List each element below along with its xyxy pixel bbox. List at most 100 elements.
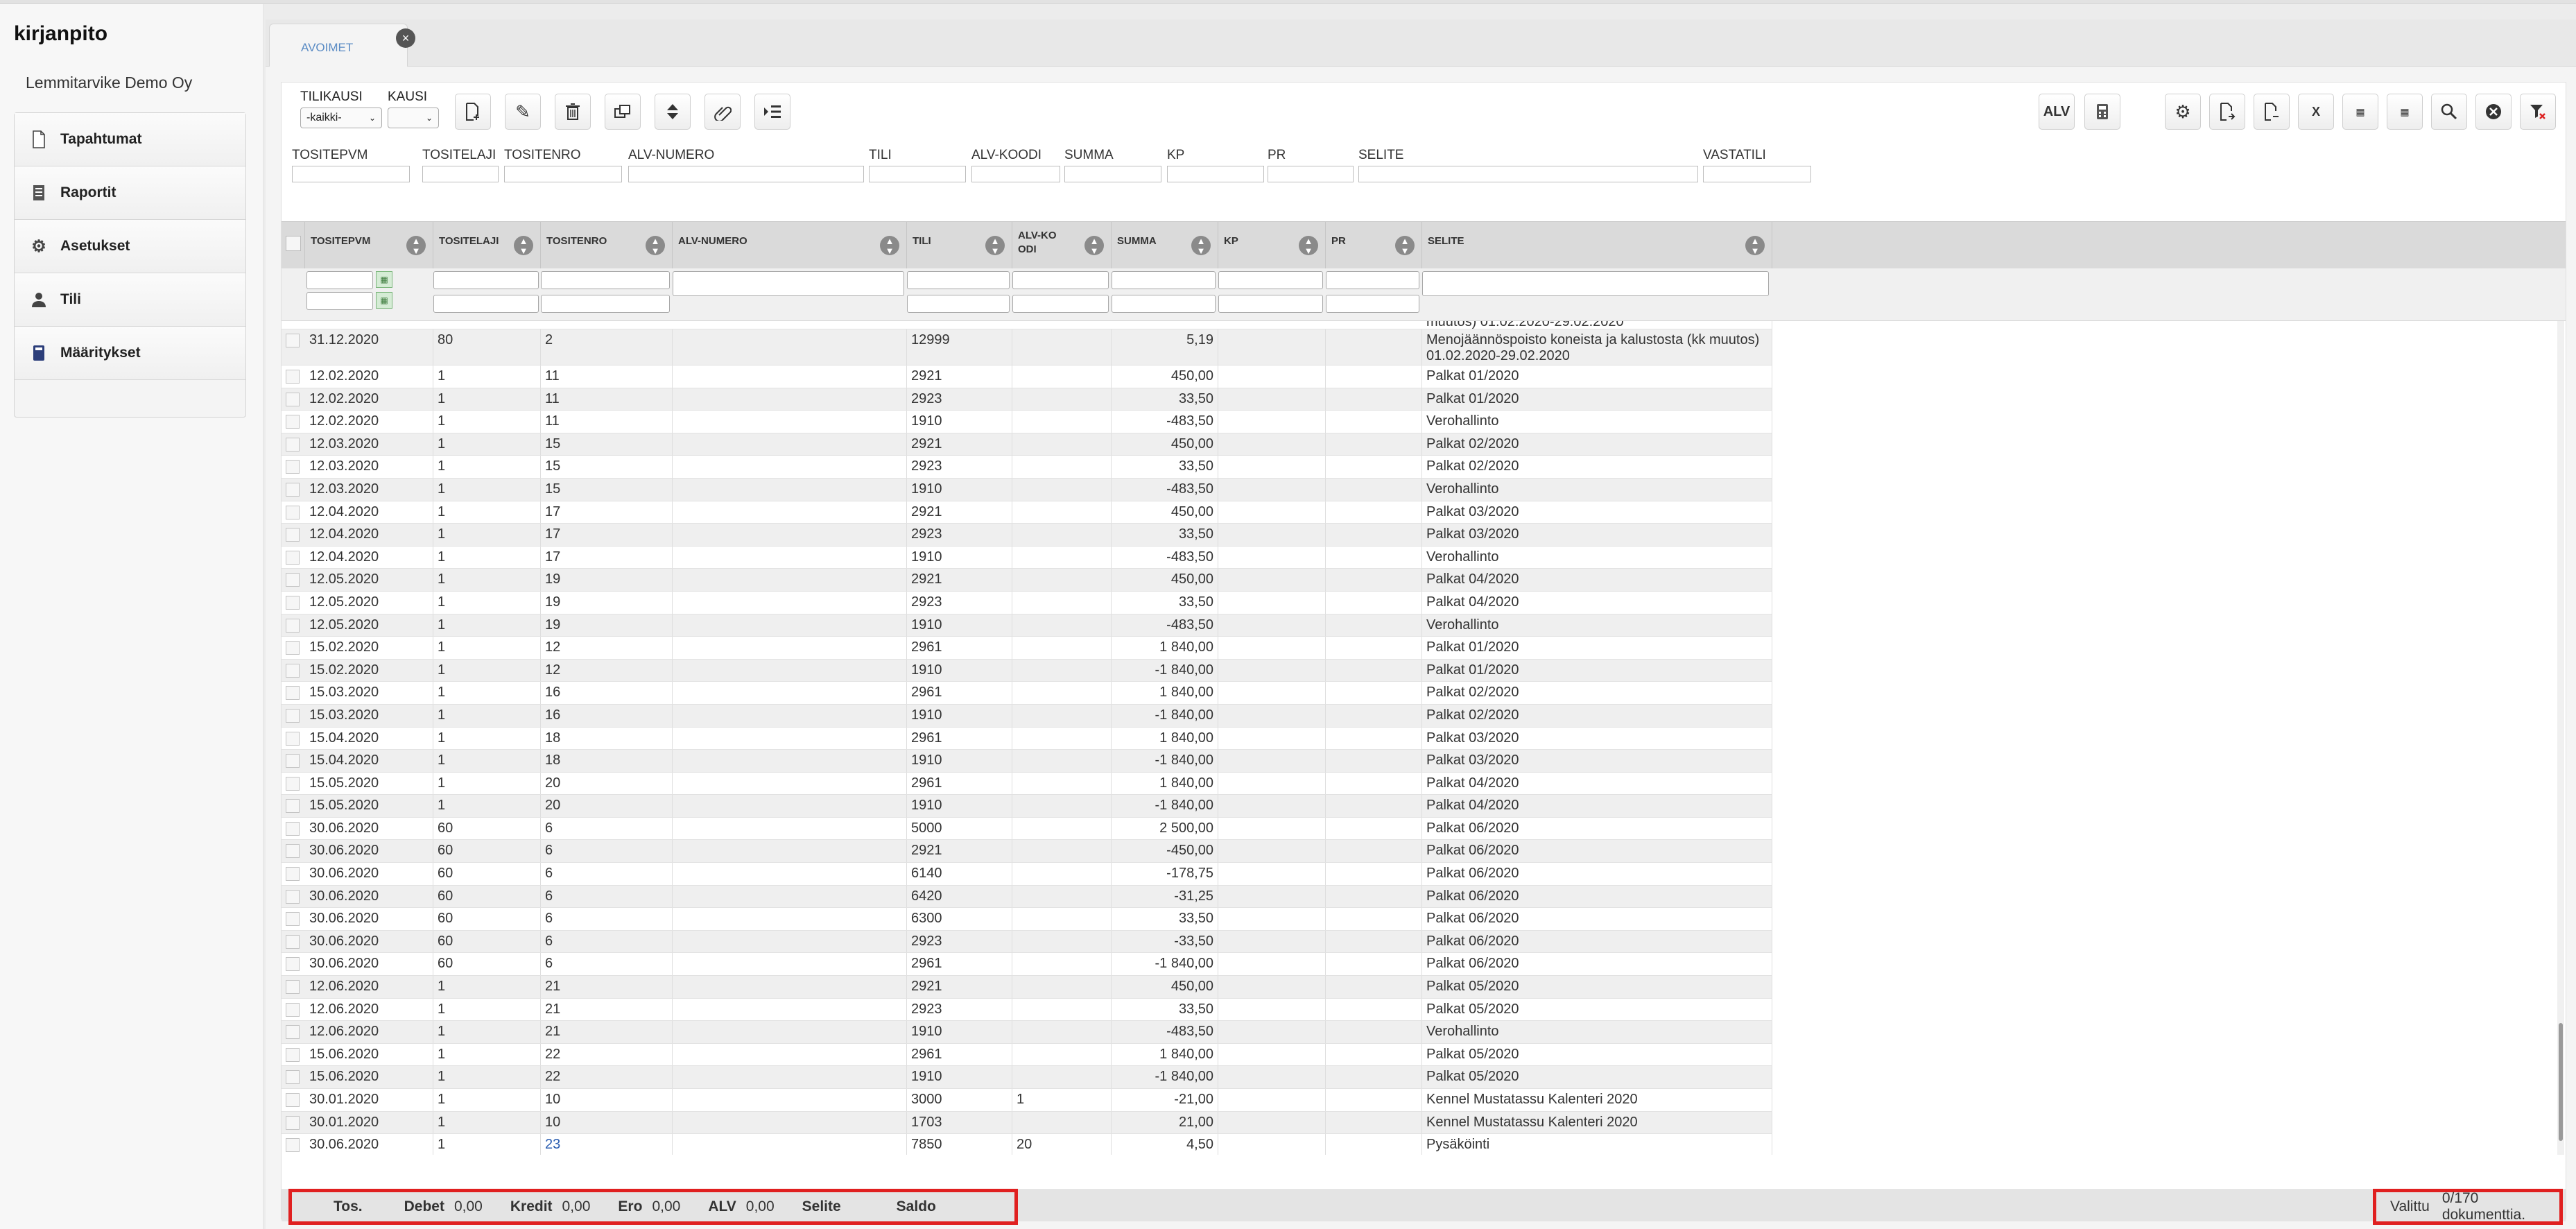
- kausi-select[interactable]: ⌄: [388, 108, 439, 128]
- copy-icon[interactable]: [605, 94, 641, 130]
- row-checkbox[interactable]: [286, 1047, 300, 1062]
- sort-icon[interactable]: ▲ ▼: [880, 236, 899, 256]
- table-row[interactable]: 15.03.2020 1 16 1910 -1 840,00 Palkat 02/2020: [282, 704, 1772, 728]
- row-checkbox[interactable]: [286, 392, 300, 406]
- scrollbar-thumb[interactable]: [2559, 1023, 2563, 1141]
- row-checkbox[interactable]: [286, 595, 300, 610]
- sidebar-item-raportit[interactable]: Raportit: [15, 166, 245, 220]
- table-row[interactable]: 15.06.2020 1 22 2961 1 840,00 Palkat 05/2020: [282, 1043, 1772, 1067]
- row-checkbox[interactable]: [286, 686, 300, 701]
- table-row[interactable]: 30.06.2020 60 6 6300 33,50 Palkat 06/2020: [282, 908, 1772, 931]
- table-row[interactable]: 12.04.2020 1 17 1910 -483,50 Verohallinto: [282, 546, 1772, 569]
- row-checkbox[interactable]: [286, 437, 300, 452]
- sidebar-item-maaritykset[interactable]: Määritykset: [15, 327, 245, 380]
- tositelaji-to-input[interactable]: [433, 295, 539, 313]
- trash-icon[interactable]: [555, 94, 591, 130]
- column-header-alvkoodi[interactable]: ALV-KOODI ▲ ▼: [1012, 222, 1112, 269]
- filter-pr-input[interactable]: [1268, 166, 1354, 182]
- column-header-alvnumero[interactable]: ALV-NUMERO ▲ ▼: [673, 222, 907, 269]
- sort-icon[interactable]: ▲ ▼: [1395, 236, 1415, 256]
- filter-clear-icon[interactable]: [2520, 94, 2556, 130]
- search-icon[interactable]: [2431, 94, 2467, 130]
- excel-icon[interactable]: X: [2298, 94, 2334, 130]
- columns-icon[interactable]: ▦: [2342, 94, 2378, 130]
- row-checkbox[interactable]: [286, 663, 300, 678]
- table-row[interactable]: 15.03.2020 1 16 2961 1 840,00 Palkat 02/2020: [282, 682, 1772, 705]
- sort-icon[interactable]: ▲ ▼: [646, 236, 665, 256]
- column-header-tositepvm[interactable]: TOSITEPVM ▲ ▼: [305, 222, 433, 269]
- calendar-icon[interactable]: ▦: [376, 292, 392, 309]
- row-checkbox[interactable]: [286, 934, 300, 949]
- column-header-selite[interactable]: SELITE ▲ ▼: [1422, 222, 1772, 269]
- sort-icon[interactable]: ▲ ▼: [1191, 236, 1211, 256]
- tositenro-to-input[interactable]: [541, 295, 670, 313]
- row-checkbox[interactable]: [286, 1002, 300, 1017]
- summa-from-input[interactable]: [1112, 271, 1216, 289]
- table-row[interactable]: 15.02.2020 1 12 2961 1 840,00 Palkat 01/2020: [282, 637, 1772, 660]
- table-row[interactable]: 15.05.2020 1 20 2961 1 840,00 Palkat 04/2020: [282, 772, 1772, 796]
- table-row[interactable]: 12.02.2020 1 11 1910 -483,50 Verohallinto: [282, 411, 1772, 433]
- tab-avoimet[interactable]: AVOIMET ×: [269, 24, 415, 67]
- table-row[interactable]: 31.12.2020 80 2 12999 5,19 Menojäännöspoisto …: [282, 329, 1772, 366]
- table-row[interactable]: 30.01.2020 1 10 3000 1 -21,00 Kennel Mustatass…: [282, 1089, 1772, 1112]
- row-checkbox[interactable]: [286, 505, 300, 519]
- sort-icon[interactable]: ▲ ▼: [1299, 236, 1318, 256]
- filter-alvkoodi-input[interactable]: [971, 166, 1060, 182]
- row-checkbox[interactable]: [286, 1070, 300, 1085]
- row-checkbox[interactable]: [286, 821, 300, 836]
- filter-selite-input[interactable]: [1358, 166, 1698, 182]
- row-checkbox[interactable]: [286, 528, 300, 542]
- filter-tili-input[interactable]: [869, 166, 966, 182]
- table-row[interactable]: 12.05.2020 1 19 1910 -483,50 Verohallinto: [282, 614, 1772, 637]
- filter-summa-input[interactable]: [1064, 166, 1161, 182]
- calculator-icon[interactable]: [2084, 94, 2120, 130]
- table-row[interactable]: 12.03.2020 1 15 2923 33,50 Palkat 02/2020: [282, 456, 1772, 479]
- row-checkbox[interactable]: [286, 776, 300, 791]
- column-header-tili[interactable]: TILI ▲ ▼: [907, 222, 1012, 269]
- filter-tositepvm-input[interactable]: [292, 166, 410, 182]
- alvkoodi-to-input[interactable]: [1012, 295, 1109, 313]
- sort-icon[interactable]: ▲ ▼: [985, 236, 1005, 256]
- table-row[interactable]: 12.02.2020 1 11 2921 450,00 Palkat 01/2020: [282, 366, 1772, 388]
- date-from-input[interactable]: [306, 271, 373, 289]
- date-to-input[interactable]: [306, 292, 373, 310]
- table-row[interactable]: 30.06.2020 60 6 6420 -31,25 Palkat 06/2020: [282, 885, 1772, 909]
- filter-alvnumero-input[interactable]: [628, 166, 864, 182]
- table-row[interactable]: 30.06.2020 1 23 7850 20 4,50 Pysäköinti: [282, 1134, 1772, 1155]
- sort-icon[interactable]: ▲ ▼: [1745, 236, 1765, 256]
- row-checkbox[interactable]: [286, 334, 300, 347]
- new-document-icon[interactable]: [455, 94, 491, 130]
- selite-filter-input[interactable]: [1422, 271, 1769, 296]
- summa-to-input[interactable]: [1112, 295, 1216, 313]
- row-checkbox[interactable]: [286, 1025, 300, 1040]
- alvnumero-filter-input[interactable]: [673, 271, 904, 296]
- table-row[interactable]: 12.06.2020 1 21 2921 450,00 Palkat 05/2020: [282, 976, 1772, 999]
- table-row[interactable]: 30.01.2020 1 10 1703 21,00 Kennel Mustatassu …: [282, 1111, 1772, 1135]
- table-row[interactable]: 12.06.2020 1 21 1910 -483,50 Verohallinto: [282, 1021, 1772, 1044]
- filter-vastatili-input[interactable]: [1703, 166, 1811, 182]
- row-checkbox[interactable]: [286, 912, 300, 927]
- table-row[interactable]: 12.04.2020 1 17 2921 450,00 Palkat 03/2020: [282, 501, 1772, 524]
- row-checkbox[interactable]: [286, 415, 300, 429]
- table-row[interactable]: 12.02.2020 1 11 2923 33,50 Palkat 01/2020: [282, 388, 1772, 411]
- table-row[interactable]: 30.06.2020 60 6 2961 -1 840,00 Palkat 06/2020: [282, 953, 1772, 977]
- document-import-icon[interactable]: [2209, 94, 2245, 130]
- column-header-pr[interactable]: PR ▲ ▼: [1326, 222, 1422, 269]
- table-row[interactable]: 30.06.2020 60 6 2923 -33,50 Palkat 06/2020: [282, 930, 1772, 954]
- table-row[interactable]: 15.04.2020 1 18 1910 -1 840,00 Palkat 03/2020: [282, 750, 1772, 773]
- gear-icon[interactable]: ⚙: [2165, 94, 2201, 130]
- sidebar-item-tili[interactable]: Tili: [15, 273, 245, 327]
- table-row[interactable]: 12.06.2020 1 21 2923 33,50 Palkat 05/2020: [282, 998, 1772, 1022]
- table-row[interactable]: 15.02.2020 1 12 1910 -1 840,00 Palkat 01/2020: [282, 659, 1772, 682]
- row-checkbox[interactable]: [286, 460, 300, 474]
- clear-icon[interactable]: [2475, 94, 2512, 130]
- table-row[interactable]: 15.06.2020 1 22 1910 -1 840,00 Palkat 05/2020: [282, 1066, 1772, 1089]
- row-checkbox[interactable]: [286, 708, 300, 723]
- table-row[interactable]: 15.05.2020 1 20 1910 -1 840,00 Palkat 04/2020: [282, 795, 1772, 818]
- sidebar-item-asetukset[interactable]: ⚙ Asetukset: [15, 220, 245, 273]
- alv-button[interactable]: ALV: [2039, 94, 2075, 130]
- row-checkbox[interactable]: [286, 618, 300, 633]
- table-row[interactable]: 12.04.2020 1 17 2923 33,50 Palkat 03/2020: [282, 524, 1772, 547]
- tili-to-input[interactable]: [907, 295, 1010, 313]
- kp-from-input[interactable]: [1218, 271, 1323, 289]
